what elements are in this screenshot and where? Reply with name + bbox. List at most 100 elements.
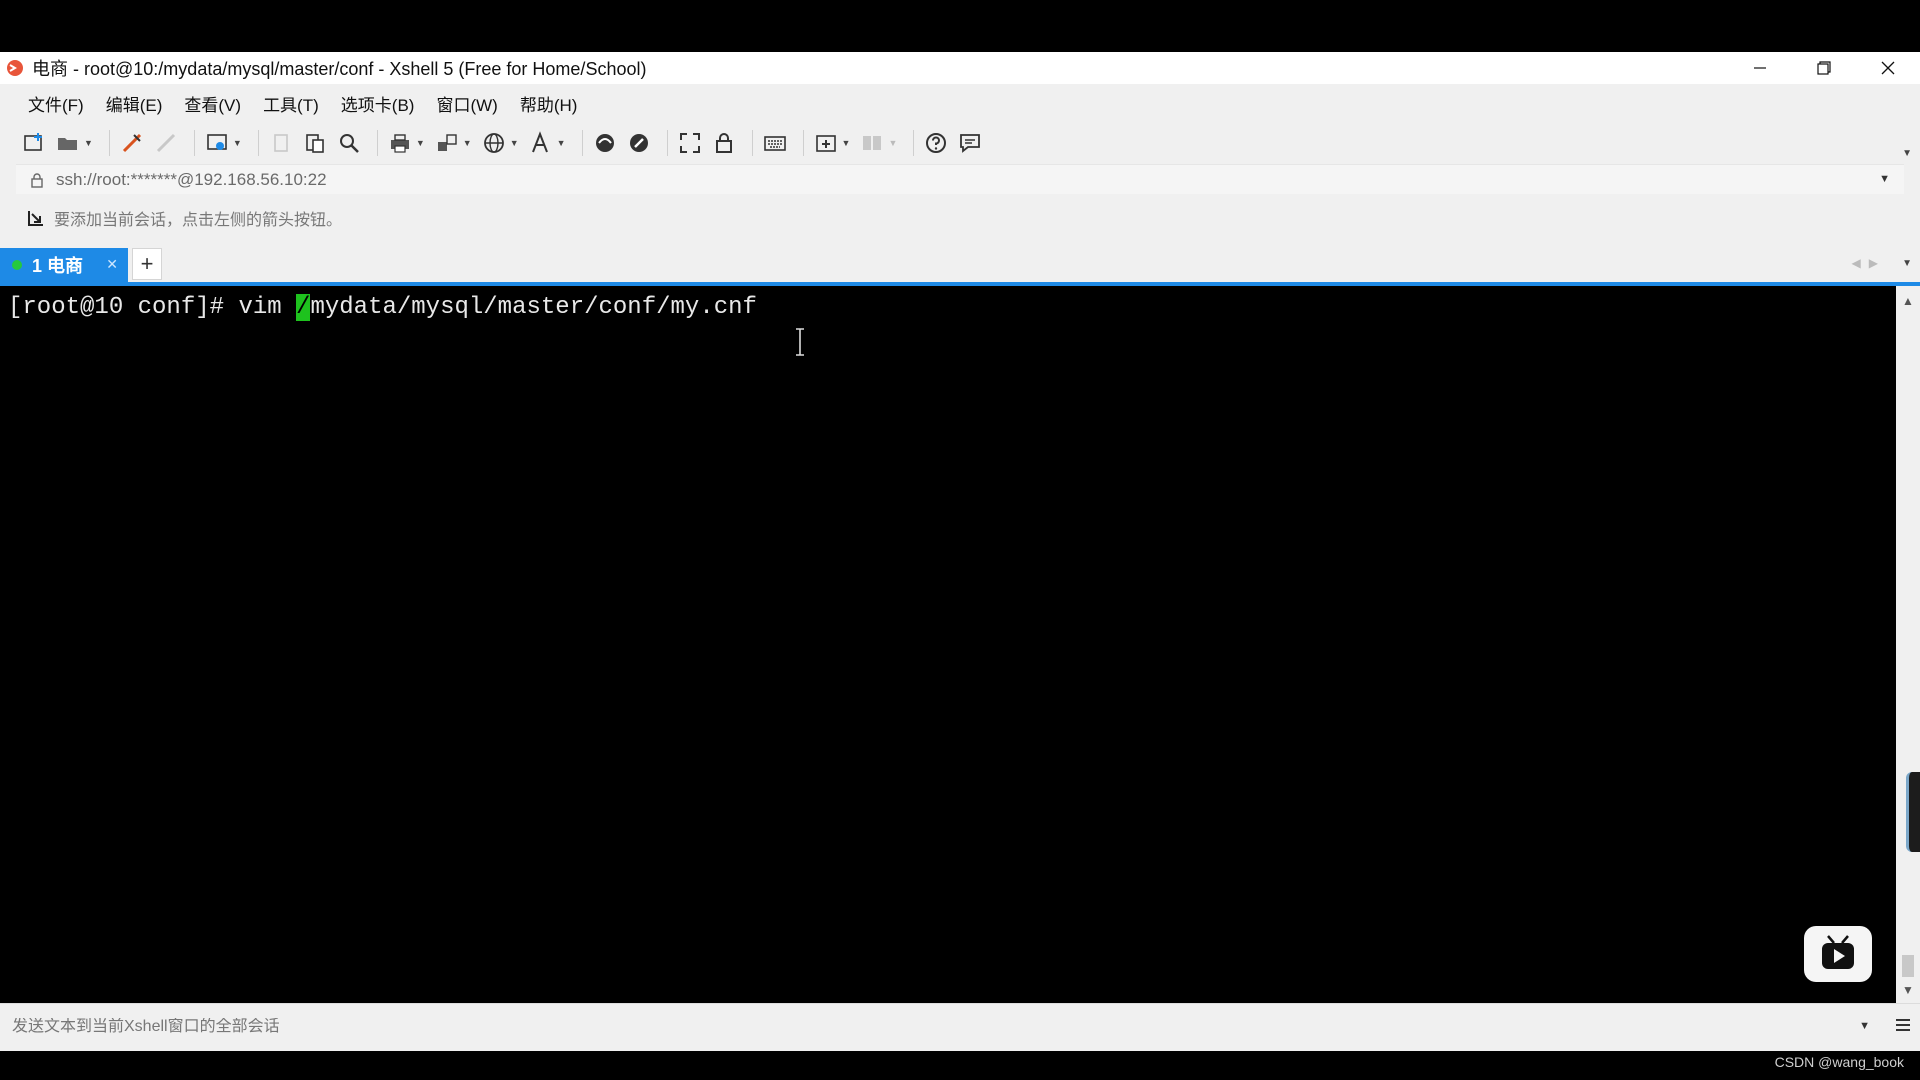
find-button[interactable] (335, 129, 363, 157)
scroll-up-icon[interactable]: ▲ (1902, 294, 1914, 308)
scroll-down-icon[interactable]: ▼ (1902, 983, 1914, 997)
chat-icon (960, 134, 981, 153)
encoding-button[interactable] (480, 129, 508, 157)
menu-tools[interactable]: 工具(T) (263, 91, 319, 116)
compose-dropdown-icon[interactable]: ▼ (1859, 1020, 1870, 1032)
close-icon (1881, 61, 1895, 75)
toolbar: ▼ ▼ ▼ ▼ ▼ ▼ ▼ ▼ ▼ (0, 122, 1920, 164)
fullscreen-button[interactable] (676, 129, 704, 157)
tab-bar: 1 电商 ✕ + ◀▶ ▼ (0, 246, 1920, 282)
toolbar-overflow-icon[interactable]: ▼ (1902, 148, 1912, 159)
plus-icon: + (140, 251, 154, 276)
xftp-button[interactable] (591, 129, 619, 157)
menu-file[interactable]: 文件(F) (28, 91, 84, 116)
keyboard-icon (763, 136, 786, 151)
new-session-icon (24, 133, 42, 151)
copy-icon (274, 134, 288, 152)
toolbar-separator (376, 130, 378, 156)
video-play-button[interactable] (1804, 926, 1872, 982)
layout-dropdown-icon[interactable]: ▼ (888, 138, 897, 148)
add-session-arrow-icon[interactable] (26, 208, 46, 228)
find-icon (339, 134, 359, 153)
terminal-cursor: / (296, 294, 311, 321)
terminal-scrollbar[interactable]: ▲ ▼ (1896, 286, 1920, 1003)
disconnect-button[interactable] (152, 129, 180, 157)
help-icon (926, 133, 947, 153)
font-button[interactable] (527, 129, 555, 157)
top-black-area (0, 0, 1920, 52)
chat-button[interactable] (956, 129, 984, 157)
minimize-button[interactable] (1728, 52, 1792, 84)
tab-list-dropdown-icon[interactable]: ▼ (1902, 258, 1912, 269)
menu-view[interactable]: 查看(V) (184, 91, 241, 116)
transfer-dropdown-icon[interactable]: ▼ (463, 138, 472, 148)
font-dropdown-icon[interactable]: ▼ (557, 138, 566, 148)
menu-tabs[interactable]: 选项卡(B) (341, 91, 415, 116)
info-bar: 要添加当前会话，点击左侧的箭头按钮。 (0, 196, 1920, 240)
close-button[interactable] (1856, 52, 1920, 84)
connected-status-icon (12, 260, 22, 270)
lock-button[interactable] (710, 129, 738, 157)
print-dropdown-icon[interactable]: ▼ (416, 138, 425, 148)
toolbar-separator (581, 130, 583, 156)
address-bar[interactable]: ssh://root:*******@192.168.56.10:22 ▼ (16, 164, 1904, 194)
address-text: ssh://root:*******@192.168.56.10:22 (56, 169, 327, 189)
layout-button[interactable] (858, 129, 886, 157)
window-title: 电商 - root@10:/mydata/mysql/master/conf -… (32, 59, 647, 79)
new-tab-button[interactable] (812, 129, 840, 157)
new-session-button[interactable] (20, 129, 48, 157)
encoding-dropdown-icon[interactable]: ▼ (510, 138, 519, 148)
disconnect-icon (156, 133, 175, 153)
toolbar-separator (913, 130, 915, 156)
add-tab-button[interactable]: + (132, 248, 162, 280)
address-dropdown-icon[interactable]: ▼ (1879, 173, 1890, 185)
paste-icon (306, 134, 324, 153)
copy-button[interactable] (267, 129, 295, 157)
help-button[interactable] (922, 129, 950, 157)
xshell-window: 电商 - root@10:/mydata/mysql/master/conf -… (0, 52, 1920, 1051)
xmanager-button[interactable] (625, 129, 653, 157)
toolbar-separator (193, 130, 195, 156)
open-button[interactable] (54, 129, 82, 157)
paste-button[interactable] (301, 129, 329, 157)
new-tab-icon (815, 135, 836, 152)
properties-dropdown-icon[interactable]: ▼ (233, 138, 242, 148)
scroll-thumb[interactable] (1902, 955, 1914, 977)
menu-edit[interactable]: 编辑(E) (106, 91, 163, 116)
properties-button[interactable] (203, 129, 231, 157)
toolbar-separator (802, 130, 804, 156)
font-icon (531, 131, 548, 153)
print-button[interactable] (386, 129, 414, 157)
info-text: 要添加当前会话，点击左侧的箭头按钮。 (54, 212, 343, 229)
terminal-line: [root@10 conf]# vim /mydata/mysql/master… (8, 294, 757, 321)
play-icon (1822, 935, 1854, 969)
window-controls (1728, 52, 1920, 84)
xmanager-icon (629, 134, 648, 152)
bottom-black-area (0, 1051, 1920, 1080)
terminal-area[interactable]: [root@10 conf]# vim /mydata/mysql/master… (0, 286, 1896, 1003)
menu-help[interactable]: 帮助(H) (520, 91, 578, 116)
lock-icon (715, 133, 732, 153)
tab-scroll-arrows-icon[interactable]: ◀▶ (1852, 256, 1886, 270)
restore-button[interactable] (1792, 52, 1856, 84)
keyboard-button[interactable] (761, 129, 789, 157)
xshell-app-icon (7, 60, 23, 76)
toolbar-separator (751, 130, 753, 156)
tab-close-icon[interactable]: ✕ (106, 256, 118, 273)
open-dropdown-icon[interactable]: ▼ (84, 138, 93, 148)
hamburger-menu-icon[interactable] (1894, 1016, 1912, 1034)
properties-icon (207, 134, 227, 150)
compose-input[interactable] (12, 1017, 1812, 1036)
terminal-command-rest: mydata/mysql/master/conf/my.cnf (310, 294, 757, 321)
tab-session-1[interactable]: 1 电商 ✕ (0, 248, 128, 282)
reconnect-button[interactable] (118, 129, 146, 157)
globe-icon (483, 133, 504, 153)
new-tab-dropdown-icon[interactable]: ▼ (842, 138, 851, 148)
menu-window[interactable]: 窗口(W) (436, 91, 497, 116)
restore-icon (1817, 61, 1831, 75)
open-folder-icon (58, 138, 77, 150)
compose-bar: ▼ (0, 1003, 1920, 1049)
transfer-button[interactable] (433, 129, 461, 157)
toolbar-separator (108, 130, 110, 156)
terminal-prompt: [root@10 conf]# vim (8, 294, 297, 321)
